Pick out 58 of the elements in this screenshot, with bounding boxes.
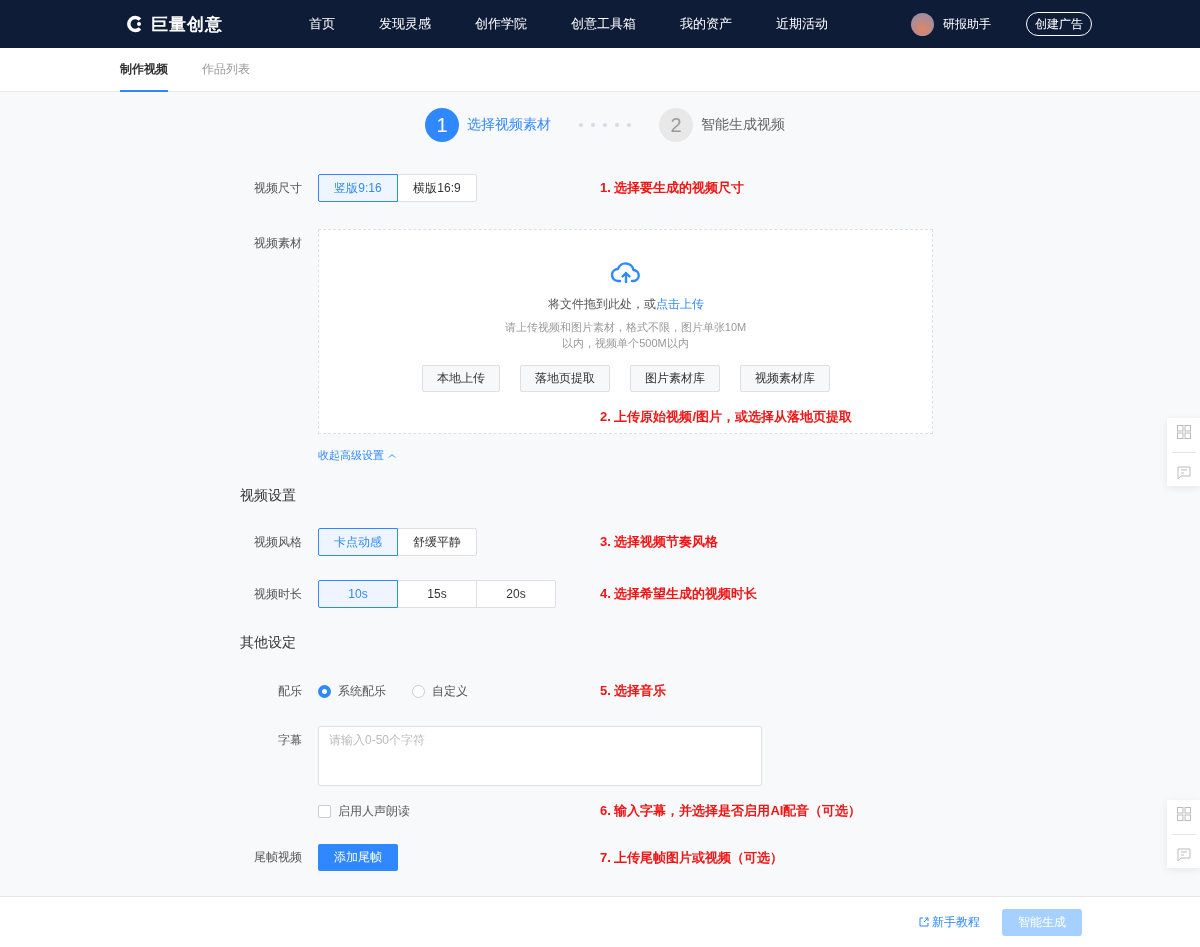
annotation-text: 4. 选择希望生成的视频时长 [600, 585, 758, 603]
nav-link[interactable]: 发现灵感 [357, 15, 453, 33]
qr-code-icon[interactable] [1176, 424, 1191, 439]
chat-icon[interactable] [1176, 465, 1191, 480]
source-button[interactable]: 视频素材库 [739, 365, 830, 392]
source-button[interactable]: 本地上传 [421, 365, 500, 392]
upload-drop-zone[interactable]: 将文件拖到此处，或点击上传 请上传视频和图片素材，格式不限，图片单张10M以内，视频单个500M以内 本地上传 落地页提取 图片素材库 视频素材库 2. 上传原始视频/图片，或选择从落地页提取 [318, 229, 933, 434]
annotation-text: 5. 选择音乐 [600, 682, 667, 700]
option-button[interactable]: 15s [397, 580, 477, 608]
upload-hint: 请上传视频和图片素材，格式不限，图片单张10M以内，视频单个500M以内 [503, 320, 748, 351]
field-label: 视频尺寸 [253, 179, 302, 197]
logo-text: 巨量创意 [151, 13, 223, 36]
link-text[interactable]: 新手教程 [932, 913, 980, 931]
annotation-text: 6. 输入字幕，并选择是否启用AI配音（可选） [600, 802, 862, 820]
click-upload-link[interactable]: 点击上传 [655, 297, 704, 311]
nav-link[interactable]: 创作学院 [453, 15, 549, 33]
checkbox-label[interactable]: 启用人声朗读 [338, 802, 410, 820]
field-label: 配乐 [277, 682, 302, 700]
chat-icon[interactable] [1176, 847, 1191, 862]
checkbox[interactable] [318, 804, 331, 818]
radio-label[interactable]: 系统配乐 [338, 682, 386, 700]
chevron-up-icon [388, 453, 396, 458]
radio-label[interactable]: 自定义 [432, 682, 468, 700]
external-link-icon [919, 917, 929, 927]
annotation-text: 1. 选择要生成的视频尺寸 [600, 179, 745, 197]
field-label: 尾帧视频 [253, 849, 302, 866]
tab[interactable]: 制作视频 [120, 48, 168, 92]
step-label: 选择视频素材 [467, 116, 551, 134]
drop-instruction: 将文件拖到此处，或点击上传 [547, 296, 704, 313]
radio-button[interactable] [412, 684, 425, 698]
option-button[interactable]: 20s [476, 580, 556, 608]
field-label: 字幕 [277, 732, 302, 749]
option-button[interactable]: 舒缓平静 [397, 528, 477, 556]
user-name[interactable]: 研报助手 [943, 15, 991, 33]
field-label: 视频风格 [253, 533, 302, 551]
step-number: 1 [425, 108, 459, 142]
subtitle-input[interactable]: 请输入0-50个字符 [318, 726, 762, 786]
cloud-upload-icon [610, 260, 641, 284]
field-label: 视频时长 [253, 585, 302, 603]
source-button[interactable]: 图片素材库 [629, 365, 720, 392]
user-avatar[interactable] [911, 12, 934, 36]
tutorial-link[interactable]: 新手教程 [919, 913, 980, 931]
source-button[interactable]: 落地页提取 [519, 365, 610, 392]
field-label: 视频素材 [253, 235, 302, 252]
section-heading: 视频设置 [240, 487, 296, 505]
section-heading: 其他设定 [240, 634, 296, 652]
annotation-text: 2. 上传原始视频/图片，或选择从落地页提取 [600, 408, 853, 426]
annotation-text: 3. 选择视频节奏风格 [600, 533, 719, 551]
step-label: 智能生成视频 [701, 116, 785, 134]
radio-button[interactable] [318, 684, 331, 698]
step-number: 2 [659, 108, 693, 142]
nav-link[interactable]: 近期活动 [754, 15, 850, 33]
nav-link[interactable]: 我的资产 [658, 15, 754, 33]
nav-link[interactable]: 首页 [307, 15, 357, 33]
nav-link[interactable]: 创意工具箱 [549, 15, 658, 33]
annotation-text: 7. 上传尾帧图片或视频（可选） [600, 848, 784, 867]
qr-code-icon[interactable] [1176, 806, 1191, 821]
option-button[interactable]: 横版16:9 [397, 174, 477, 202]
